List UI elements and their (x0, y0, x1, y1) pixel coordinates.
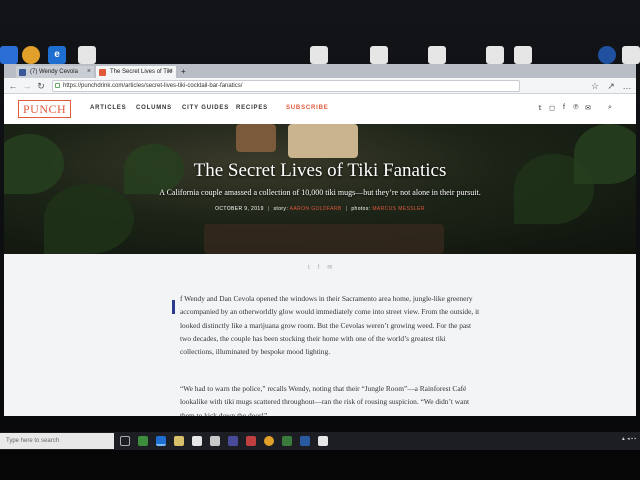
close-icon[interactable]: × (87, 66, 91, 78)
share-mail-icon[interactable]: ✉ (327, 265, 340, 271)
punch-logo[interactable]: PUNCH (18, 100, 72, 118)
tab-facebook[interactable]: (7) Wendy Cevola × (16, 66, 94, 78)
story-label: story: (273, 206, 289, 212)
edge-icon[interactable] (156, 436, 166, 446)
search-icon[interactable]: ⌕ (606, 104, 614, 112)
app-icon[interactable] (228, 436, 238, 446)
edge-icon[interactable]: e (48, 46, 66, 64)
person-arm (236, 124, 276, 152)
store-icon[interactable] (192, 436, 202, 446)
nav-columns[interactable]: COLUMNS (136, 105, 172, 111)
article-subtitle: A California couple amassed a collection… (159, 188, 481, 197)
author-link[interactable]: AARON GOLDFARB (290, 206, 342, 212)
app-icon[interactable] (300, 436, 310, 446)
mail-icon[interactable] (318, 436, 328, 446)
person-shorts (288, 124, 358, 158)
file-icon[interactable] (622, 46, 640, 64)
nav-city-guides[interactable]: CITY GUIDES (182, 105, 229, 111)
url-text: https://punchdrink.com/articles/secret-l… (63, 83, 243, 89)
file-icon[interactable] (370, 46, 388, 64)
back-icon[interactable]: ← (8, 81, 18, 91)
forward-icon[interactable]: → (22, 81, 32, 91)
share-icons: tf✉ (308, 264, 340, 271)
twitter-icon[interactable]: 𝕥 (536, 104, 544, 112)
mail-icon[interactable]: ✉ (584, 104, 592, 112)
desktop-icon[interactable] (0, 46, 18, 64)
app-icon[interactable] (282, 436, 292, 446)
nav-subscribe[interactable]: SUBSCRIBE (286, 105, 329, 111)
monitor-bezel (0, 450, 640, 480)
file-icon[interactable] (514, 46, 532, 64)
app-icon[interactable] (246, 436, 256, 446)
paragraph: “We had to warn the police,” recalls Wen… (180, 384, 470, 416)
file-icon[interactable] (428, 46, 446, 64)
url-input[interactable]: https://punchdrink.com/articles/secret-l… (52, 80, 520, 92)
taskbar-search-input[interactable]: Type here to search (0, 433, 114, 449)
app-icon[interactable] (210, 436, 220, 446)
photographer-link[interactable]: MARCUS MESSLER (372, 206, 425, 212)
favorites-icon[interactable]: ☆ (590, 81, 600, 91)
reload-icon[interactable]: ↻ (36, 81, 46, 91)
system-tray[interactable]: ▲ ◂ ▪ ▪ (621, 436, 636, 442)
punch-icon (99, 69, 106, 76)
instagram-icon[interactable]: ◻ (548, 104, 556, 112)
photos-label: photos: (351, 206, 371, 212)
file-icon[interactable] (310, 46, 328, 64)
pinterest-icon[interactable]: ℗ (572, 104, 580, 111)
more-icon[interactable]: … (622, 81, 632, 91)
tab-label: (7) Wendy Cevola (30, 69, 78, 75)
chrome-icon[interactable] (264, 436, 274, 446)
close-icon[interactable]: × (169, 66, 173, 78)
explorer-icon[interactable] (174, 436, 184, 446)
article-body: tf✉ f Wendy and Dan Cevola opened the wi… (4, 254, 636, 416)
byline: OCTOBER 9, 2019 | story: AARON GOLDFARB | ph… (215, 206, 425, 212)
share-facebook-icon[interactable]: f (318, 265, 328, 271)
address-bar: ← → ↻ https://punchdrink.com/articles/se… (4, 78, 636, 94)
browser-window: (7) Wendy Cevola × The Secret Lives of T… (4, 64, 636, 416)
article-date: OCTOBER 9, 2019 (215, 206, 264, 212)
app-icon[interactable] (138, 436, 148, 446)
tab-bar: (7) Wendy Cevola × The Secret Lives of T… (4, 64, 636, 78)
tab-article[interactable]: The Secret Lives of Tiki × (96, 66, 176, 78)
task-view-icon[interactable] (120, 436, 130, 446)
nav-recipes[interactable]: RECIPES (236, 105, 268, 111)
share-icon[interactable]: ↗ (606, 81, 616, 91)
drop-cap (172, 300, 175, 314)
site-header: PUNCH ARTICLES COLUMNS CITY GUIDES RECIP… (4, 94, 636, 124)
new-tab-button[interactable]: + (178, 66, 190, 78)
file-icon[interactable] (78, 46, 96, 64)
article-title: The Secret Lives of Tiki Fanatics (193, 160, 447, 181)
hero-image: The Secret Lives of Tiki Fanatics A Cali… (4, 124, 636, 254)
chrome-icon[interactable] (22, 46, 40, 64)
nav-articles[interactable]: ARTICLES (90, 105, 126, 111)
facebook-icon[interactable]: f (560, 104, 568, 111)
file-icon[interactable] (486, 46, 504, 64)
photo-frame: e (7) Wendy Cevola × The Secret Lives of… (0, 0, 640, 480)
desktop-icons: e (0, 44, 640, 66)
lock-icon (55, 83, 60, 88)
floor (204, 224, 444, 254)
taskbar: Type here to search ▲ ◂ ▪ ▪ (0, 432, 640, 450)
app-icon[interactable] (598, 46, 616, 64)
tab-label: The Secret Lives of Tiki (110, 69, 173, 75)
share-twitter-icon[interactable]: t (308, 265, 318, 271)
paragraph: f Wendy and Dan Cevola opened the window… (180, 294, 480, 357)
facebook-icon (19, 69, 26, 76)
